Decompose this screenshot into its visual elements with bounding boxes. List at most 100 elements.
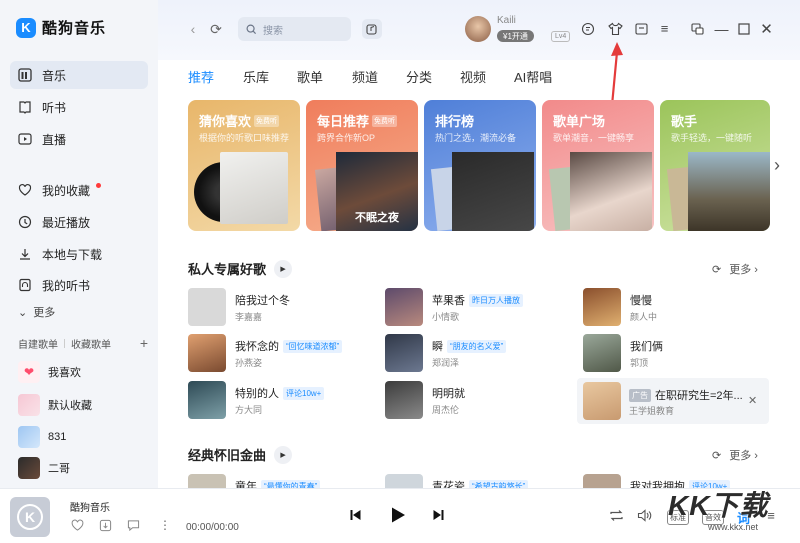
mini-mode-icon[interactable]: [634, 21, 649, 36]
desktop-lyric-icon[interactable]: [690, 21, 705, 36]
list-item[interactable]: 我们俩 郭顶: [583, 334, 773, 372]
list-item[interactable]: 特别的人 评论10w+ 方大同: [188, 381, 378, 419]
card-title: 歌单广场: [553, 114, 606, 129]
skin-tshirt-icon[interactable]: [608, 21, 623, 36]
list-item[interactable]: 陪我过个冬 李嘉嘉: [188, 288, 378, 326]
chevron-down-icon: ⌄: [18, 306, 28, 319]
card-guess-you-like[interactable]: 猜你喜欢 免费听 根据你的听歌口味推荐: [188, 100, 300, 231]
tab-recommend[interactable]: 推荐: [188, 67, 214, 86]
sidebar-item-label: 本地与下载: [42, 247, 103, 262]
card-title: 猜你喜欢 免费听: [199, 114, 280, 129]
app-logo[interactable]: K 酷狗音乐: [16, 17, 106, 38]
sidebar-item-favorites[interactable]: 我的收藏: [10, 176, 148, 204]
next-track-icon[interactable]: [431, 508, 445, 522]
back-arrow-icon[interactable]: ‹: [186, 21, 200, 37]
music-recognize-icon: [366, 24, 377, 35]
sidebar-more-label: 更多: [33, 307, 56, 319]
sidebar-item-recent[interactable]: 最近播放: [10, 208, 148, 236]
sidebar-item-local-download[interactable]: 本地与下载: [10, 240, 148, 268]
sidebar-item-live[interactable]: 直播: [10, 125, 148, 153]
card-title: 歌手: [671, 114, 698, 129]
like-heart-icon[interactable]: [70, 518, 84, 532]
section-title-classic: 经典怀旧金曲 ▶: [188, 445, 293, 464]
play-all-icon[interactable]: ▶: [274, 445, 293, 464]
heart-cover-icon: ❤: [18, 361, 40, 383]
section-more: ⟳ 更多 ›: [712, 261, 758, 277]
card-charts[interactable]: 排行榜 热门之选，潮流必备: [424, 100, 536, 231]
more-link[interactable]: 更多 ›: [729, 261, 758, 277]
refresh-icon[interactable]: ⟳: [712, 263, 721, 276]
card-playlist-square[interactable]: 歌单广场 歌单潮音，一键畅享: [542, 100, 654, 231]
card-subtitle: 跨界合作新OP: [317, 133, 376, 143]
username[interactable]: Kaili: [497, 15, 516, 26]
sidebar-item-my-audiobooks[interactable]: 我的听书: [10, 271, 148, 299]
book-icon: [18, 100, 32, 114]
more-link[interactable]: 更多 ›: [729, 447, 758, 463]
avatar[interactable]: [465, 16, 491, 42]
close-icon[interactable]: ✕: [759, 21, 774, 38]
sidebar-more[interactable]: ⌄ 更多: [18, 304, 55, 320]
sidebar-item-label: 最近播放: [42, 215, 91, 230]
card-daily-recommend[interactable]: 每日推荐 免费听 跨界合作新OP 不眠之夜: [306, 100, 418, 231]
sidebar-item-music[interactable]: 音乐: [10, 61, 148, 89]
ad-cover: [583, 382, 621, 420]
song-artist: 李嘉嘉: [235, 312, 263, 322]
refresh-icon[interactable]: ⟳: [208, 21, 224, 37]
sidebar-item-audiobooks[interactable]: 听书: [10, 93, 148, 121]
tab-collected-playlists[interactable]: 收藏歌单: [71, 336, 111, 351]
playlist-item[interactable]: 二哥: [18, 457, 148, 479]
banner-next-icon[interactable]: ›: [774, 155, 780, 176]
menu-icon[interactable]: ≡: [657, 21, 672, 36]
play-button[interactable]: [388, 505, 408, 525]
repeat-mode-icon[interactable]: [608, 508, 624, 522]
list-item[interactable]: 明明就 周杰伦: [385, 381, 575, 419]
sidebar: K 酷狗音乐 音乐 听书 直播 我的收藏 最近播放 本地与下载 我的听书 ⌄ 更…: [0, 0, 158, 488]
refresh-icon[interactable]: ⟳: [712, 449, 721, 462]
sidebar-item-label: 音乐: [42, 68, 67, 83]
list-item[interactable]: 苹果香 昨日万人播放 小情歌: [385, 288, 575, 326]
minimize-icon[interactable]: —: [714, 21, 729, 37]
playlist-item[interactable]: ❤ 我喜欢: [18, 361, 148, 383]
card-title: 排行榜: [435, 114, 475, 129]
previous-track-icon[interactable]: [348, 508, 362, 522]
search-placeholder: 搜索: [263, 25, 283, 37]
song-title: 童年 “最懂你的青春”: [235, 478, 321, 488]
song-title: 陪我过个冬: [235, 295, 290, 307]
tab-categories[interactable]: 分类: [406, 67, 432, 86]
tab-ai-sing[interactable]: AI帮唱: [514, 67, 552, 86]
tab-playlists[interactable]: 歌单: [297, 67, 323, 86]
tab-videos[interactable]: 视频: [460, 67, 486, 86]
watermark: KK下载 www.kkx.net: [668, 490, 769, 532]
message-icon[interactable]: [580, 21, 595, 36]
more-options-icon[interactable]: ⋮: [159, 518, 171, 532]
list-item[interactable]: 瞬 “朋友的名义爱” 郑润泽: [385, 334, 575, 372]
kugou-logo-icon: K: [16, 17, 36, 38]
song-title: 瞬 “朋友的名义爱”: [432, 338, 507, 354]
play-all-icon[interactable]: ▶: [274, 259, 293, 278]
card-singers[interactable]: 歌手 歌手轻选，一键随听: [660, 100, 770, 231]
vip-open-button[interactable]: ¥1开通: [497, 30, 534, 42]
list-item[interactable]: 童年 “最懂你的青春”: [188, 474, 378, 488]
comment-icon[interactable]: [126, 518, 140, 532]
list-item[interactable]: 我怀念的 “回忆味道浓郁” 孙燕姿: [188, 334, 378, 372]
volume-icon[interactable]: [636, 508, 652, 522]
now-playing-cover[interactable]: K: [10, 497, 50, 537]
playlist-item[interactable]: 831: [18, 426, 148, 448]
close-ad-icon[interactable]: ✕: [748, 394, 757, 407]
download-icon[interactable]: [98, 518, 112, 532]
list-item[interactable]: 慢慢 颜人中: [583, 288, 773, 326]
song-title: 青花瓷 “希望古韵悠长”: [432, 478, 529, 488]
search-input[interactable]: 搜索: [238, 17, 351, 41]
maximize-icon[interactable]: [736, 21, 751, 36]
tab-created-playlists[interactable]: 自建歌单: [18, 336, 58, 351]
ad-item[interactable]: 广告 在职研究生=2年... 王学姐教育 ✕: [577, 378, 769, 424]
tab-channels[interactable]: 频道: [352, 67, 378, 86]
add-playlist-icon[interactable]: +: [140, 335, 148, 351]
card-subtitle: 根据你的听歌口味推荐: [199, 133, 290, 143]
tab-library[interactable]: 乐库: [243, 67, 269, 86]
live-icon: [18, 132, 32, 146]
song-recognition-button[interactable]: [362, 19, 382, 39]
song-cover: [583, 334, 621, 372]
playlist-item[interactable]: 默认收藏: [18, 394, 148, 416]
list-item[interactable]: 青花瓷 “希望古韵悠长”: [385, 474, 575, 488]
